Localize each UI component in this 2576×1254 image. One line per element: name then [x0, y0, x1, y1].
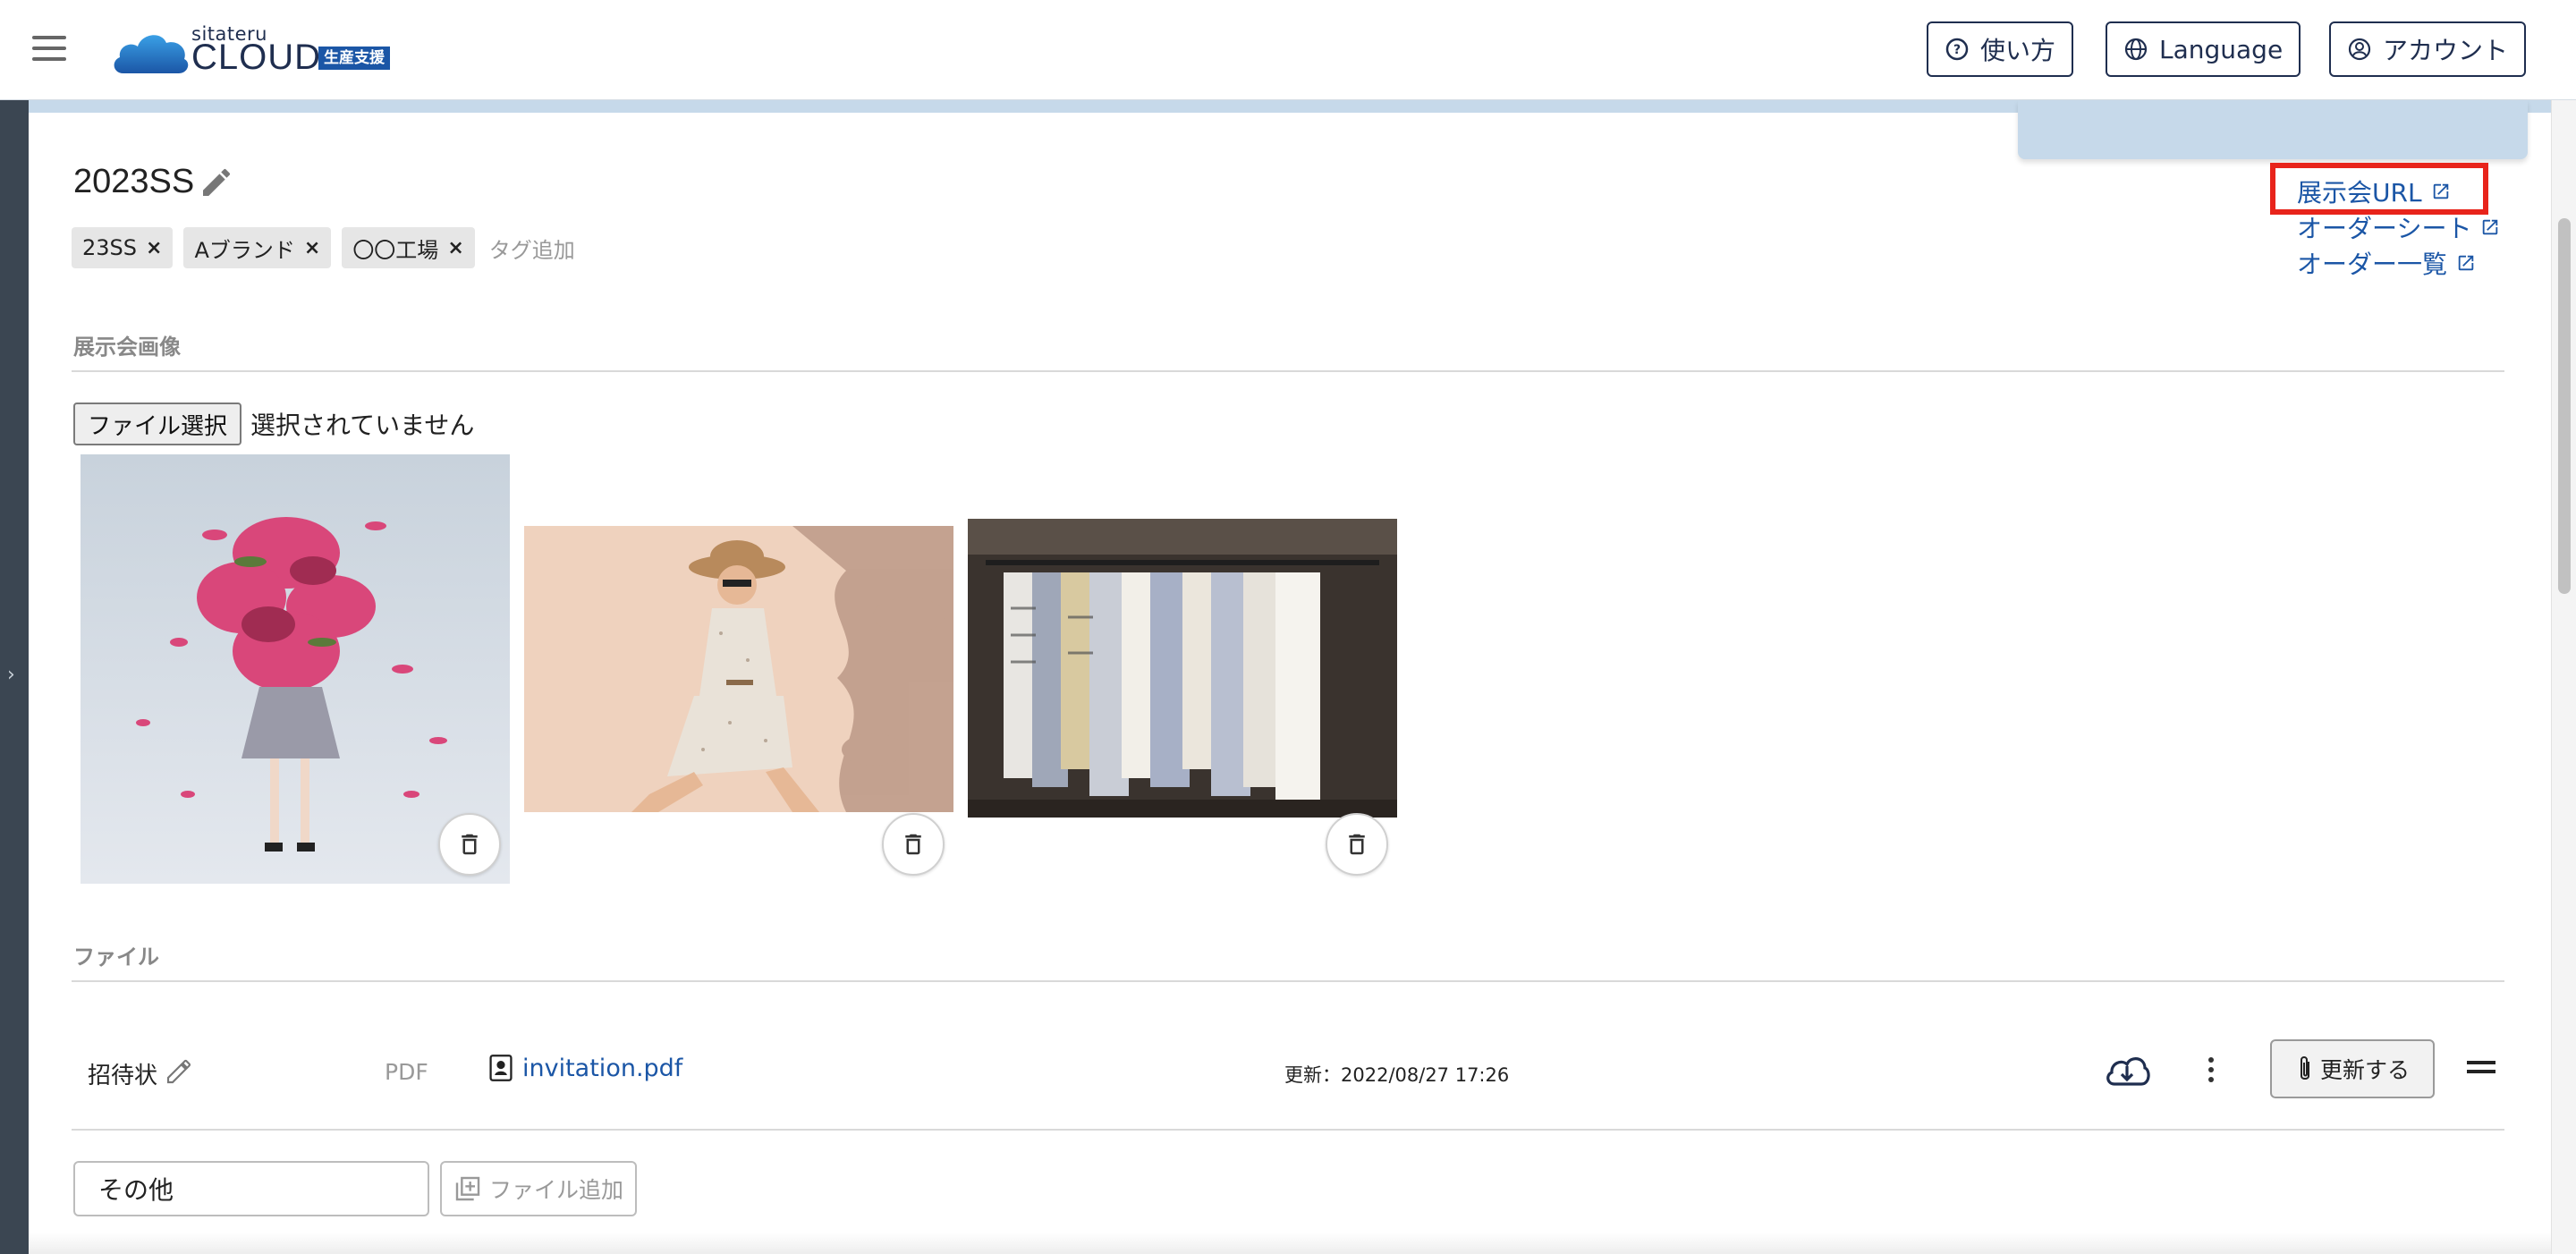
language-button[interactable]: Language — [2106, 21, 2301, 77]
tag-chip: 23SS × — [72, 227, 174, 268]
delete-image-button[interactable] — [882, 813, 945, 876]
remove-tag-icon[interactable]: × — [146, 237, 162, 259]
tag-label: 〇〇工場 — [352, 237, 439, 263]
add-file-label: ファイル追加 — [488, 1177, 623, 1203]
help-circle-icon: ? — [1945, 37, 1970, 62]
account-label: アカウント — [2383, 36, 2509, 65]
highlight-annotation — [2270, 163, 2488, 215]
globe-icon — [2123, 37, 2148, 62]
file-link[interactable]: invitation.pdf — [488, 1054, 682, 1082]
trash-icon — [462, 834, 478, 855]
app-logo[interactable]: sitateru CLOUD 生産支援 — [111, 21, 415, 79]
delete-image-button[interactable] — [438, 813, 501, 876]
images-section-label: 展示会画像 — [73, 335, 181, 360]
add-box-icon — [453, 1174, 482, 1203]
tag-chip: Aブランド × — [183, 227, 332, 268]
row-divider — [72, 1129, 2504, 1131]
clothes-rack-photo — [968, 519, 1397, 818]
tag-label: Aブランド — [194, 237, 295, 263]
svg-text:?: ? — [1953, 43, 1961, 57]
scrollbar-thumb[interactable] — [2558, 218, 2571, 594]
top-header: sitateru CLOUD 生産支援 ? 使い方 Language アカウント — [0, 0, 2576, 100]
flower-model-photo — [80, 454, 510, 884]
drag-handle-icon[interactable] — [2467, 1061, 2496, 1079]
trash-icon — [1349, 834, 1365, 855]
paperclip-icon — [2295, 1055, 2315, 1083]
cloud-logo-icon — [114, 35, 189, 73]
menu-icon[interactable] — [32, 36, 66, 63]
order-sheet-label: オーダーシート — [2297, 214, 2472, 243]
exhibition-image — [968, 519, 1397, 818]
trash-icon — [905, 834, 921, 855]
file-status-text: 選択されていません — [250, 411, 475, 440]
page-title: 2023SS — [73, 163, 195, 200]
links-dropdown-panel — [2018, 100, 2528, 159]
files-section-label: ファイル — [73, 945, 159, 970]
file-category-input[interactable]: その他 — [73, 1161, 429, 1216]
file-name-label: invitation.pdf — [522, 1054, 683, 1082]
file-type-label: PDF — [385, 1059, 428, 1085]
file-row-name: 招待状 — [88, 1063, 158, 1089]
file-select-button[interactable]: ファイル選択 — [73, 402, 242, 445]
help-button[interactable]: ? 使い方 — [1927, 21, 2074, 77]
scrollbar[interactable] — [2551, 100, 2576, 1254]
open-in-new-icon — [2456, 253, 2476, 273]
file-updated-text: 更新：2022/08/27 17:26 — [1284, 1064, 1510, 1086]
order-list-label: オーダー一覧 — [2297, 250, 2448, 279]
exhibition-image — [80, 454, 510, 884]
exhibition-image — [524, 526, 953, 812]
add-file-button[interactable]: ファイル追加 — [440, 1161, 637, 1216]
account-button[interactable]: アカウント — [2329, 21, 2527, 77]
help-label: 使い方 — [1980, 36, 2056, 65]
language-label: Language — [2159, 34, 2284, 64]
logo-badge: 生産支援 — [318, 47, 390, 70]
tag-add-input[interactable]: タグ追加 — [489, 233, 575, 264]
update-file-button[interactable]: 更新する — [2270, 1039, 2435, 1098]
tag-chip: 〇〇工場 × — [342, 227, 475, 268]
more-vert-icon[interactable] — [2206, 1055, 2216, 1088]
tag-list: 23SS × Aブランド × 〇〇工場 × タグ追加 — [72, 227, 575, 268]
remove-tag-icon[interactable]: × — [447, 237, 463, 259]
pencil-icon[interactable] — [199, 165, 234, 204]
section-divider — [72, 980, 2504, 982]
bottom-shadow — [29, 1233, 2551, 1254]
cloud-download-icon[interactable] — [2104, 1052, 2150, 1093]
chevron-right-icon[interactable]: › — [7, 664, 15, 686]
file-person-icon — [488, 1054, 513, 1082]
image-file-picker: ファイル選択 選択されていません — [73, 402, 474, 445]
update-file-label: 更新する — [2319, 1057, 2410, 1083]
tag-label: 23SS — [82, 235, 138, 260]
side-rail[interactable]: › — [0, 100, 29, 1254]
order-list-link[interactable]: オーダー一覧 — [2297, 245, 2500, 281]
woman-hat-photo — [524, 526, 953, 812]
section-divider — [72, 370, 2504, 372]
account-circle-icon — [2347, 37, 2372, 62]
order-sheet-link[interactable]: オーダーシート — [2297, 209, 2500, 245]
logo-main-text: CLOUD — [191, 38, 322, 77]
remove-tag-icon[interactable]: × — [304, 237, 320, 259]
pencil-icon[interactable] — [165, 1057, 193, 1089]
open-in-new-icon — [2480, 217, 2500, 237]
delete-image-button[interactable] — [1326, 813, 1388, 876]
